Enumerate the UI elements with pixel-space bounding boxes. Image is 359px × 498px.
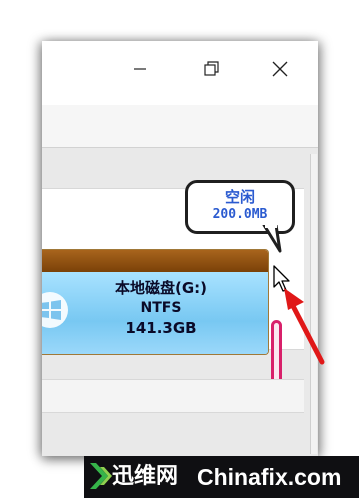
tooltip-tail bbox=[262, 225, 282, 253]
partition-size: 141.3GB bbox=[125, 319, 197, 337]
partition-filesystem: NTFS bbox=[140, 300, 182, 316]
status-strip bbox=[42, 379, 304, 413]
restore-button[interactable] bbox=[191, 51, 231, 87]
minimize-button[interactable] bbox=[120, 51, 160, 87]
windows-logo-icon bbox=[42, 292, 68, 328]
footer-site: Chinafix.com bbox=[197, 464, 342, 490]
footer-brand: 迅维网 bbox=[112, 464, 179, 489]
tooltip-size: 200.0MB bbox=[212, 207, 268, 222]
partition-info: 本地磁盘(G:) NTFS 141.3GB bbox=[68, 278, 254, 339]
close-icon bbox=[272, 61, 288, 77]
close-button[interactable] bbox=[260, 51, 300, 87]
tooltip-title: 空闲 bbox=[224, 188, 255, 206]
toolbar-area bbox=[42, 105, 318, 147]
minimize-icon bbox=[134, 68, 146, 70]
partition-block-g[interactable]: 本地磁盘(G:) NTFS 141.3GB bbox=[42, 249, 269, 355]
partition-usage-bar bbox=[42, 250, 268, 272]
red-arrow-icon bbox=[284, 288, 325, 365]
watermark-footer: 迅维网 Chinafix.com bbox=[84, 456, 359, 498]
partition-name: 本地磁盘(G:) bbox=[114, 279, 208, 297]
title-bar bbox=[42, 41, 318, 105]
restore-icon bbox=[204, 61, 219, 76]
